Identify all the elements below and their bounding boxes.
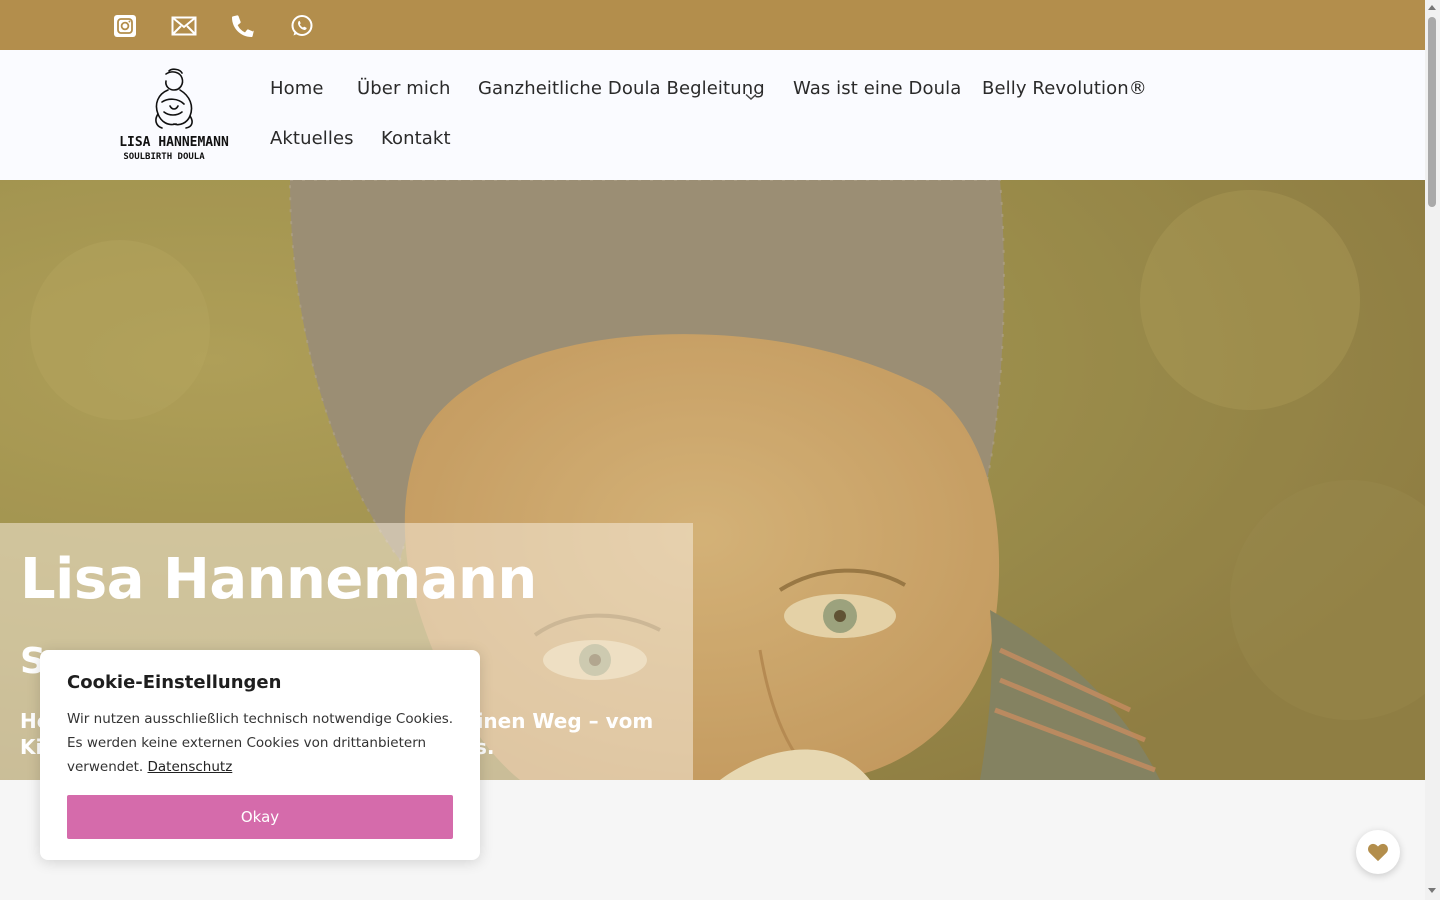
phone-icon[interactable] (230, 13, 256, 39)
mail-icon[interactable] (171, 13, 197, 39)
cookie-dialog-body: Wir nutzen ausschließlich technisch notw… (67, 711, 454, 775)
page-scrollbar[interactable] (1425, 0, 1440, 900)
privacy-policy-link[interactable]: Datenschutz (148, 759, 233, 775)
heart-icon (1368, 843, 1388, 862)
svg-text:LISA HANNEMANN: LISA HANNEMANN (119, 135, 229, 150)
svg-text:SOULBIRTH DOULA: SOULBIRTH DOULA (123, 152, 205, 162)
scroll-up-arrow-icon[interactable] (1428, 5, 1436, 10)
hero-tagline-mid: einen Weg – vom (463, 709, 654, 733)
cookie-consent-dialog: Cookie-Einstellungen Wir nutzen ausschli… (40, 650, 480, 860)
nav-item-home[interactable]: Home (270, 78, 324, 99)
top-social-bar (0, 0, 1425, 50)
instagram-icon[interactable] (112, 13, 138, 39)
nav-item-kontakt[interactable]: Kontakt (381, 128, 451, 149)
site-logo[interactable]: LISA HANNEMANN SOULBIRTH DOULA (114, 68, 234, 163)
scroll-down-arrow-icon[interactable] (1428, 888, 1436, 893)
nav-item-doula-begleitung[interactable]: Ganzheitliche Doula Begleitung (478, 78, 765, 99)
cookie-okay-button[interactable]: Okay (67, 795, 453, 839)
floating-favorite-button[interactable] (1356, 830, 1400, 874)
cookie-dialog-title: Cookie-Einstellungen (67, 672, 282, 693)
cookie-dialog-text: Wir nutzen ausschließlich technisch notw… (67, 707, 457, 779)
whatsapp-icon[interactable] (289, 13, 315, 39)
scrollbar-thumb[interactable] (1428, 17, 1436, 207)
nav-item-was-ist-eine-doula[interactable]: Was ist eine Doula (793, 78, 961, 99)
nav-item-aktuelles[interactable]: Aktuelles (270, 128, 354, 149)
logo-figure-icon: LISA HANNEMANN SOULBIRTH DOULA (119, 68, 229, 162)
nav-item-ueber-mich[interactable]: Über mich (357, 78, 451, 99)
hero-tagline-line2-start: Ki (20, 735, 43, 759)
hero-title: Lisa Hannemann (20, 547, 537, 612)
nav-item-belly-revolution[interactable]: Belly Revolution® (982, 78, 1147, 99)
site-header: LISA HANNEMANN SOULBIRTH DOULA Home Über… (0, 50, 1425, 180)
chevron-down-icon[interactable] (745, 86, 757, 105)
